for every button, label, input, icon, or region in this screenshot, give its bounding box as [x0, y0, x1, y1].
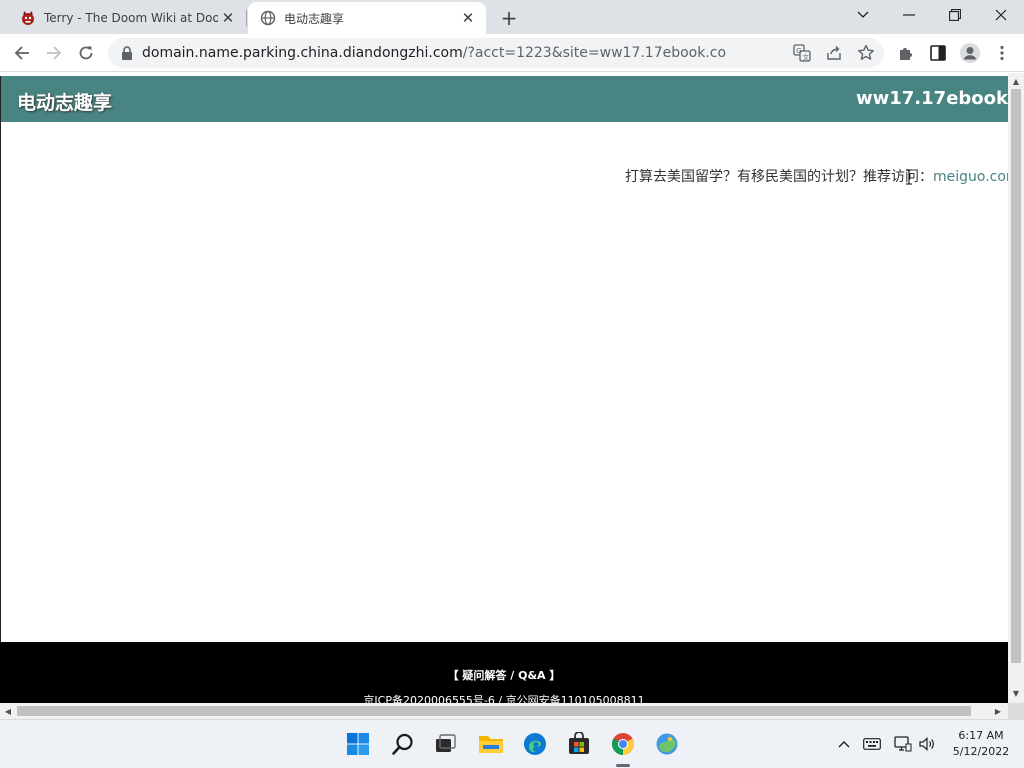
promo-link[interactable]: meiguo.com	[933, 169, 1008, 185]
file-explorer-icon[interactable]	[477, 730, 505, 758]
forward-icon[interactable]	[40, 39, 68, 67]
bookmark-star-icon[interactable]	[856, 43, 876, 63]
scrollbar-corner	[1008, 703, 1024, 719]
vertical-scroll-thumb[interactable]	[1011, 89, 1021, 663]
page-body: 打算去美国留学？有移民美国的计划？推荐访问：meiguo.com	[0, 122, 1008, 642]
extensions-icon[interactable]	[894, 41, 918, 65]
restore-icon[interactable]	[932, 0, 978, 30]
doom-wiki-favicon	[22, 11, 34, 25]
network-icon[interactable]	[893, 734, 913, 754]
tab-title: 电动志趣享	[284, 11, 345, 26]
site-footer: 【 疑问解答 / Q&A 】 京ICP备2020006555号-6 / 京公网安…	[0, 642, 1008, 703]
promo-text: 打算去美国留学？有移民美国的计划？推荐访问：meiguo.com	[625, 166, 1008, 186]
text-cursor-icon	[906, 169, 912, 185]
tab-title: Terry - The Doom Wiki at DoomWiki.org	[44, 11, 218, 25]
new-tab-button[interactable]: +	[496, 5, 522, 31]
store-icon[interactable]	[565, 730, 593, 758]
url-path: /?acct=1223&site=ww17.17ebook.co	[462, 45, 727, 61]
clock-date: 5/12/2022	[952, 745, 1010, 758]
taskbar: 6:17 AM 5/12/2022	[0, 719, 1024, 768]
scroll-left-icon[interactable]: ◀	[0, 703, 16, 719]
url-host: domain.name.parking.china.diandongzhi.co…	[142, 45, 463, 61]
system-clock[interactable]: 6:17 AM 5/12/2022	[944, 728, 1018, 760]
address-bar[interactable]: domain.name.parking.china.diandongzhi.co…	[108, 38, 884, 68]
site-domain: ww17.17ebook.co	[856, 88, 1008, 109]
promo-message: 打算去美国留学？有移民美国的计划？推荐访问：	[625, 169, 933, 185]
close-tab-icon[interactable]: ✕	[458, 8, 478, 28]
site-title[interactable]: 电动志趣享	[17, 88, 112, 115]
footer-qa-link[interactable]: 【 疑问解答 / Q&A 】	[0, 667, 1008, 683]
browser-toolbar: domain.name.parking.china.diandongzhi.co…	[0, 34, 1024, 72]
tab-doom-wiki[interactable]: Terry - The Doom Wiki at DoomWiki.org ✕	[8, 2, 246, 34]
horizontal-scrollbar[interactable]: ◀ ▶	[0, 703, 1008, 719]
tab-diandongzhi[interactable]: 电动志趣享 ✕	[248, 2, 486, 34]
close-tab-icon[interactable]: ✕	[218, 8, 238, 28]
translate-icon[interactable]: G文	[792, 43, 812, 63]
profile-avatar-icon[interactable]	[958, 41, 982, 65]
footer-icp-text[interactable]: 京ICP备2020006555号-6 / 京公网安备110105008811	[0, 692, 1008, 703]
scroll-down-icon[interactable]: ▼	[1008, 685, 1024, 701]
chrome-icon[interactable]	[609, 730, 637, 758]
scroll-right-icon[interactable]: ▶	[990, 703, 1006, 719]
edge-icon[interactable]	[521, 730, 549, 758]
vertical-scrollbar[interactable]: ▲ ▼	[1008, 73, 1024, 703]
photos-icon[interactable]	[653, 730, 681, 758]
active-app-indicator	[616, 764, 630, 767]
page-viewport: 电动志趣享 ww17.17ebook.co 打算去美国留学？有移民美国的计划？推…	[0, 73, 1008, 703]
back-icon[interactable]	[8, 39, 36, 67]
tab-divider	[246, 10, 247, 26]
horizontal-scroll-thumb[interactable]	[17, 706, 971, 716]
close-icon[interactable]	[978, 0, 1024, 30]
chevron-down-icon[interactable]	[840, 0, 886, 30]
side-panel-icon[interactable]	[926, 41, 950, 65]
task-view-icon[interactable]	[432, 730, 460, 758]
keyboard-icon[interactable]	[862, 734, 882, 754]
chevron-up-icon[interactable]	[834, 734, 854, 754]
search-icon[interactable]	[389, 730, 417, 758]
site-header: 电动志趣享 ww17.17ebook.co	[0, 76, 1008, 122]
tab-strip: Terry - The Doom Wiki at DoomWiki.org ✕ …	[0, 0, 1024, 34]
volume-icon[interactable]	[918, 734, 938, 754]
minimize-icon[interactable]	[886, 0, 932, 30]
lock-icon[interactable]	[120, 45, 134, 61]
svg-text:文: 文	[803, 52, 810, 61]
scroll-up-icon[interactable]: ▲	[1008, 73, 1024, 89]
url-text[interactable]: domain.name.parking.china.diandongzhi.co…	[142, 45, 726, 61]
svg-text:G: G	[796, 47, 801, 55]
clock-time: 6:17 AM	[958, 729, 1004, 742]
globe-icon	[260, 10, 276, 26]
share-icon[interactable]	[824, 43, 844, 63]
reload-icon[interactable]	[72, 39, 100, 67]
kebab-menu-icon[interactable]	[990, 41, 1014, 65]
start-icon[interactable]	[344, 730, 372, 758]
